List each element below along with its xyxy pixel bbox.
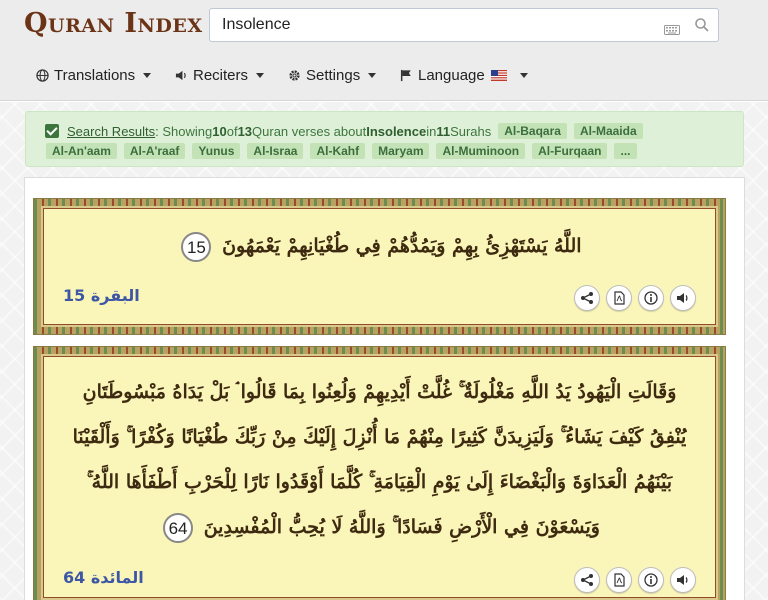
verse-arabic: وَقَالَتِ الْيَهُودُ يَدُ اللَّهِ مَغْلُ… <box>72 381 687 538</box>
results-text: Surahs <box>450 123 492 139</box>
results-text: in <box>426 123 437 139</box>
ayah-number: 64 <box>63 568 86 587</box>
verse-text: وَقَالَتِ الْيَهُودُ يَدُ اللَّهِ مَغْلُ… <box>63 370 696 550</box>
pdf-button[interactable] <box>606 567 632 593</box>
surah-name: المائدة <box>90 568 144 587</box>
pdf-icon <box>613 573 625 587</box>
search-input[interactable] <box>222 9 652 41</box>
search-term: Insolence <box>366 123 427 139</box>
shown-count: 10 <box>212 123 227 139</box>
surah-name: البقرة <box>90 286 140 305</box>
volume-icon <box>175 70 186 80</box>
verse-actions <box>568 567 696 593</box>
results-text: : Showing <box>155 123 213 139</box>
search-icon[interactable] <box>694 17 710 37</box>
share-icon <box>581 574 593 586</box>
search-box <box>209 8 719 42</box>
verse-card: اللَّهُ يَسْتَهْزِئُ بِهِمْ وَيَمُدُّهُم… <box>33 198 726 335</box>
results-text: of <box>226 123 238 139</box>
info-button[interactable] <box>638 567 664 593</box>
surah-tag[interactable]: Al-Maaida <box>573 123 643 139</box>
play-audio-button[interactable] <box>670 567 696 593</box>
pdf-button[interactable] <box>606 285 632 311</box>
share-button[interactable] <box>574 567 600 593</box>
search-results-bar: Search Results: Showing 10 of 13 Quran v… <box>25 111 744 167</box>
surah-tag[interactable]: Al-A'raaf <box>123 143 186 159</box>
verse-actions <box>568 285 696 311</box>
surah-tag[interactable]: Al-Furqaan <box>532 143 608 159</box>
verse-arabic: اللَّهُ يَسْتَهْزِئُ بِهِمْ وَيَمُدُّهُم… <box>222 235 582 257</box>
settings-label: Settings <box>306 66 361 84</box>
language-label: Language <box>418 66 485 84</box>
verse-number: 15 <box>181 232 212 262</box>
info-icon <box>644 573 658 587</box>
header: Quran Index Translations Reciters Settin… <box>0 0 768 101</box>
more-surahs-tag[interactable]: ... <box>614 143 637 159</box>
verse-reference[interactable]: البقرة 15 <box>63 286 140 305</box>
translations-label: Translations <box>54 66 136 84</box>
pdf-icon <box>613 291 625 305</box>
us-flag-icon <box>490 69 507 81</box>
info-icon <box>644 291 658 305</box>
surah-tag[interactable]: Al-Baqara <box>498 123 567 139</box>
globe-icon <box>36 68 49 82</box>
surah-tag[interactable]: Al-An'aam <box>46 143 117 159</box>
results-text: Quran verses about <box>252 123 367 139</box>
verse-card: وَقَالَتِ الْيَهُودُ يَدُ اللَّهِ مَغْلُ… <box>33 346 726 600</box>
flag-icon <box>400 69 411 81</box>
surah-tag[interactable]: Al-Muminoon <box>436 143 526 159</box>
gear-icon <box>289 69 300 81</box>
ayah-number: 15 <box>63 286 86 305</box>
share-button[interactable] <box>574 285 600 311</box>
total-count: 13 <box>237 123 253 139</box>
verse-text: اللَّهُ يَسْتَهْزِئُ بِهِمْ وَيَمُدُّهُم… <box>63 224 696 268</box>
reciters-menu[interactable]: Reciters <box>175 64 265 86</box>
surah-tag[interactable]: Al-Israa <box>247 143 304 159</box>
translations-menu[interactable]: Translations <box>36 64 152 86</box>
reciters-label: Reciters <box>193 66 249 84</box>
search-results-link[interactable]: Search Results <box>67 124 155 139</box>
surah-count: 11 <box>436 123 451 139</box>
settings-menu[interactable]: Settings <box>288 64 377 86</box>
keyboard-icon[interactable] <box>664 20 680 39</box>
surah-tag[interactable]: Yunus <box>192 143 241 159</box>
site-logo[interactable]: Quran Index <box>24 8 203 39</box>
verse-reference[interactable]: المائدة 64 <box>63 568 144 587</box>
checkbox-icon[interactable] <box>45 124 59 138</box>
play-audio-button[interactable] <box>670 285 696 311</box>
share-icon <box>581 292 593 304</box>
info-button[interactable] <box>638 285 664 311</box>
volume-icon <box>677 293 688 303</box>
surah-tag[interactable]: Al-Kahf <box>310 143 366 159</box>
surah-tag[interactable]: Maryam <box>372 143 430 159</box>
verse-number: 64 <box>163 513 194 543</box>
volume-icon <box>677 575 688 585</box>
language-menu[interactable]: Language <box>400 64 528 86</box>
